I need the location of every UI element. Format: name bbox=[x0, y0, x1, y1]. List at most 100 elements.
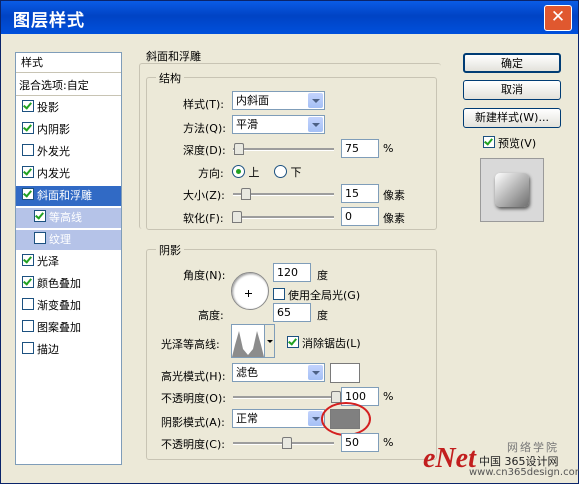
sidebar-item-checkbox[interactable] bbox=[22, 320, 34, 332]
sidebar-item-0[interactable]: 投影 bbox=[16, 98, 121, 118]
sidebar-item-checkbox[interactable] bbox=[22, 254, 34, 266]
crosshair-icon bbox=[245, 287, 252, 297]
close-button[interactable]: ✕ bbox=[544, 5, 572, 31]
altitude-unit: 度 bbox=[317, 309, 328, 322]
shadow-mode-select[interactable]: 正常 bbox=[232, 409, 325, 428]
soften-input[interactable]: 0 bbox=[341, 207, 379, 226]
sidebar-item-checkbox[interactable] bbox=[22, 122, 34, 134]
angle-unit: 度 bbox=[317, 269, 328, 282]
structure-title: 结构 bbox=[156, 70, 184, 86]
technique-select[interactable]: 平滑 bbox=[232, 115, 325, 134]
depth-unit: % bbox=[383, 142, 394, 155]
sidebar-item-5[interactable]: 等高线 bbox=[16, 208, 121, 228]
direction-up-radio[interactable] bbox=[232, 165, 245, 178]
antialias-checkbox[interactable] bbox=[287, 336, 299, 348]
chevron-down-icon bbox=[308, 117, 323, 132]
sidebar-item-checkbox[interactable] bbox=[22, 100, 34, 112]
soften-unit: 像素 bbox=[383, 212, 405, 225]
sidebar-item-label: 投影 bbox=[37, 101, 59, 114]
sidebar-item-label: 颜色叠加 bbox=[37, 277, 81, 290]
ok-button[interactable]: 确定 bbox=[463, 53, 561, 73]
sidebar-item-checkbox[interactable] bbox=[22, 144, 34, 156]
preview-option[interactable]: 预览(V) bbox=[483, 135, 536, 151]
sidebar-item-1[interactable]: 内阴影 bbox=[16, 120, 121, 140]
sidebar-item-label: 光泽 bbox=[37, 255, 59, 268]
sidebar-item-label: 内发光 bbox=[37, 167, 70, 180]
chevron-down-icon bbox=[308, 93, 323, 108]
soften-slider-thumb[interactable] bbox=[232, 211, 242, 223]
sidebar-item-label: 渐变叠加 bbox=[37, 299, 81, 312]
title-bar: 图层样式 ✕ bbox=[1, 1, 578, 34]
sidebar-item-8[interactable]: 颜色叠加 bbox=[16, 274, 121, 294]
sidebar-item-6[interactable]: 纹理 bbox=[16, 230, 121, 250]
sidebar-item-checkbox[interactable] bbox=[22, 298, 34, 310]
gloss-contour-dropdown[interactable] bbox=[264, 324, 275, 358]
layer-style-dialog: 图层样式 ✕ 样式 混合选项:自定 投影 内阴影 外发光 内发光 斜面和浮雕 等高线 纹理光… bbox=[0, 0, 579, 484]
altitude-label: 高度: bbox=[198, 309, 224, 322]
depth-label: 深度(D): bbox=[183, 144, 226, 157]
direction-label: 方向: bbox=[198, 167, 224, 180]
shadow-opacity-thumb[interactable] bbox=[282, 437, 292, 449]
blend-options-item[interactable]: 混合选项:自定 bbox=[16, 76, 121, 96]
sidebar-item-label: 等高线 bbox=[49, 211, 82, 224]
sidebar-item-label: 图案叠加 bbox=[37, 321, 81, 334]
styles-header[interactable]: 样式 bbox=[16, 53, 121, 73]
highlight-color-swatch[interactable] bbox=[330, 363, 360, 383]
sidebar-item-checkbox[interactable] bbox=[34, 232, 46, 244]
sidebar-item-10[interactable]: 图案叠加 bbox=[16, 318, 121, 338]
shading-title: 阴影 bbox=[156, 242, 184, 258]
technique-label: 方法(Q): bbox=[183, 122, 226, 135]
size-input[interactable]: 15 bbox=[341, 184, 379, 203]
styles-list: 样式 混合选项:自定 投影内阴影外发光内发光斜面和浮雕等高线纹理光泽颜色叠加渐变… bbox=[15, 52, 122, 465]
sidebar-item-checkbox[interactable] bbox=[22, 188, 34, 200]
preview-checkbox[interactable] bbox=[483, 136, 495, 148]
size-slider-thumb[interactable] bbox=[241, 188, 251, 200]
highlight-opacity-unit: % bbox=[383, 390, 394, 403]
sidebar-item-4[interactable]: 斜面和浮雕 bbox=[16, 186, 121, 206]
sidebar-item-9[interactable]: 渐变叠加 bbox=[16, 296, 121, 316]
highlight-mode-select[interactable]: 滤色 bbox=[232, 363, 325, 382]
style-label: 样式(T): bbox=[183, 98, 225, 111]
new-style-button[interactable]: 新建样式(W)... bbox=[463, 108, 561, 128]
highlight-opacity-thumb[interactable] bbox=[331, 391, 341, 403]
gloss-contour-preview[interactable] bbox=[231, 324, 265, 358]
soften-slider-track[interactable] bbox=[233, 216, 334, 219]
sidebar-item-11[interactable]: 描边 bbox=[16, 340, 121, 360]
depth-slider-track[interactable] bbox=[233, 148, 334, 151]
antialias-option[interactable]: 消除锯齿(L) bbox=[287, 335, 361, 351]
sidebar-item-checkbox[interactable] bbox=[34, 210, 46, 222]
style-select[interactable]: 内斜面 bbox=[232, 91, 325, 110]
contour-curve-icon bbox=[232, 331, 264, 357]
angle-input[interactable]: 120 bbox=[273, 263, 311, 282]
global-light-checkbox[interactable] bbox=[273, 288, 285, 300]
sidebar-item-3[interactable]: 内发光 bbox=[16, 164, 121, 184]
gloss-contour-label: 光泽等高线: bbox=[161, 338, 220, 351]
global-light-option[interactable]: 使用全局光(G) bbox=[273, 287, 360, 303]
sidebar-item-label: 纹理 bbox=[49, 233, 71, 246]
sidebar-item-checkbox[interactable] bbox=[22, 166, 34, 178]
highlight-opacity-track[interactable] bbox=[233, 396, 334, 399]
sidebar-item-checkbox[interactable] bbox=[22, 276, 34, 288]
altitude-input[interactable]: 65 bbox=[273, 303, 311, 322]
shadow-mode-label: 阴影模式(A): bbox=[161, 416, 225, 429]
shadow-opacity-input[interactable]: 50 bbox=[341, 433, 379, 452]
direction-up-option[interactable]: 上 bbox=[232, 164, 260, 180]
sidebar-item-7[interactable]: 光泽 bbox=[16, 252, 121, 272]
direction-down-radio[interactable] bbox=[274, 165, 287, 178]
bevel-section-title: 斜面和浮雕 bbox=[146, 50, 201, 63]
sidebar-item-label: 外发光 bbox=[37, 145, 70, 158]
watermark-line3: www.cn365design.com bbox=[469, 467, 579, 478]
dialog-title: 图层样式 bbox=[13, 11, 85, 31]
angle-dial[interactable] bbox=[231, 272, 269, 310]
sidebar-item-2[interactable]: 外发光 bbox=[16, 142, 121, 162]
soften-label: 软化(F): bbox=[183, 212, 224, 225]
depth-input[interactable]: 75 bbox=[341, 139, 379, 158]
sidebar-item-checkbox[interactable] bbox=[22, 342, 34, 354]
direction-down-option[interactable]: 下 bbox=[274, 164, 302, 180]
preview-swatch bbox=[495, 173, 529, 207]
depth-slider-thumb[interactable] bbox=[234, 143, 244, 155]
size-unit: 像素 bbox=[383, 189, 405, 202]
sidebar-item-label: 内阴影 bbox=[37, 123, 70, 136]
cancel-button[interactable]: 取消 bbox=[463, 80, 561, 100]
shadow-opacity-unit: % bbox=[383, 436, 394, 449]
